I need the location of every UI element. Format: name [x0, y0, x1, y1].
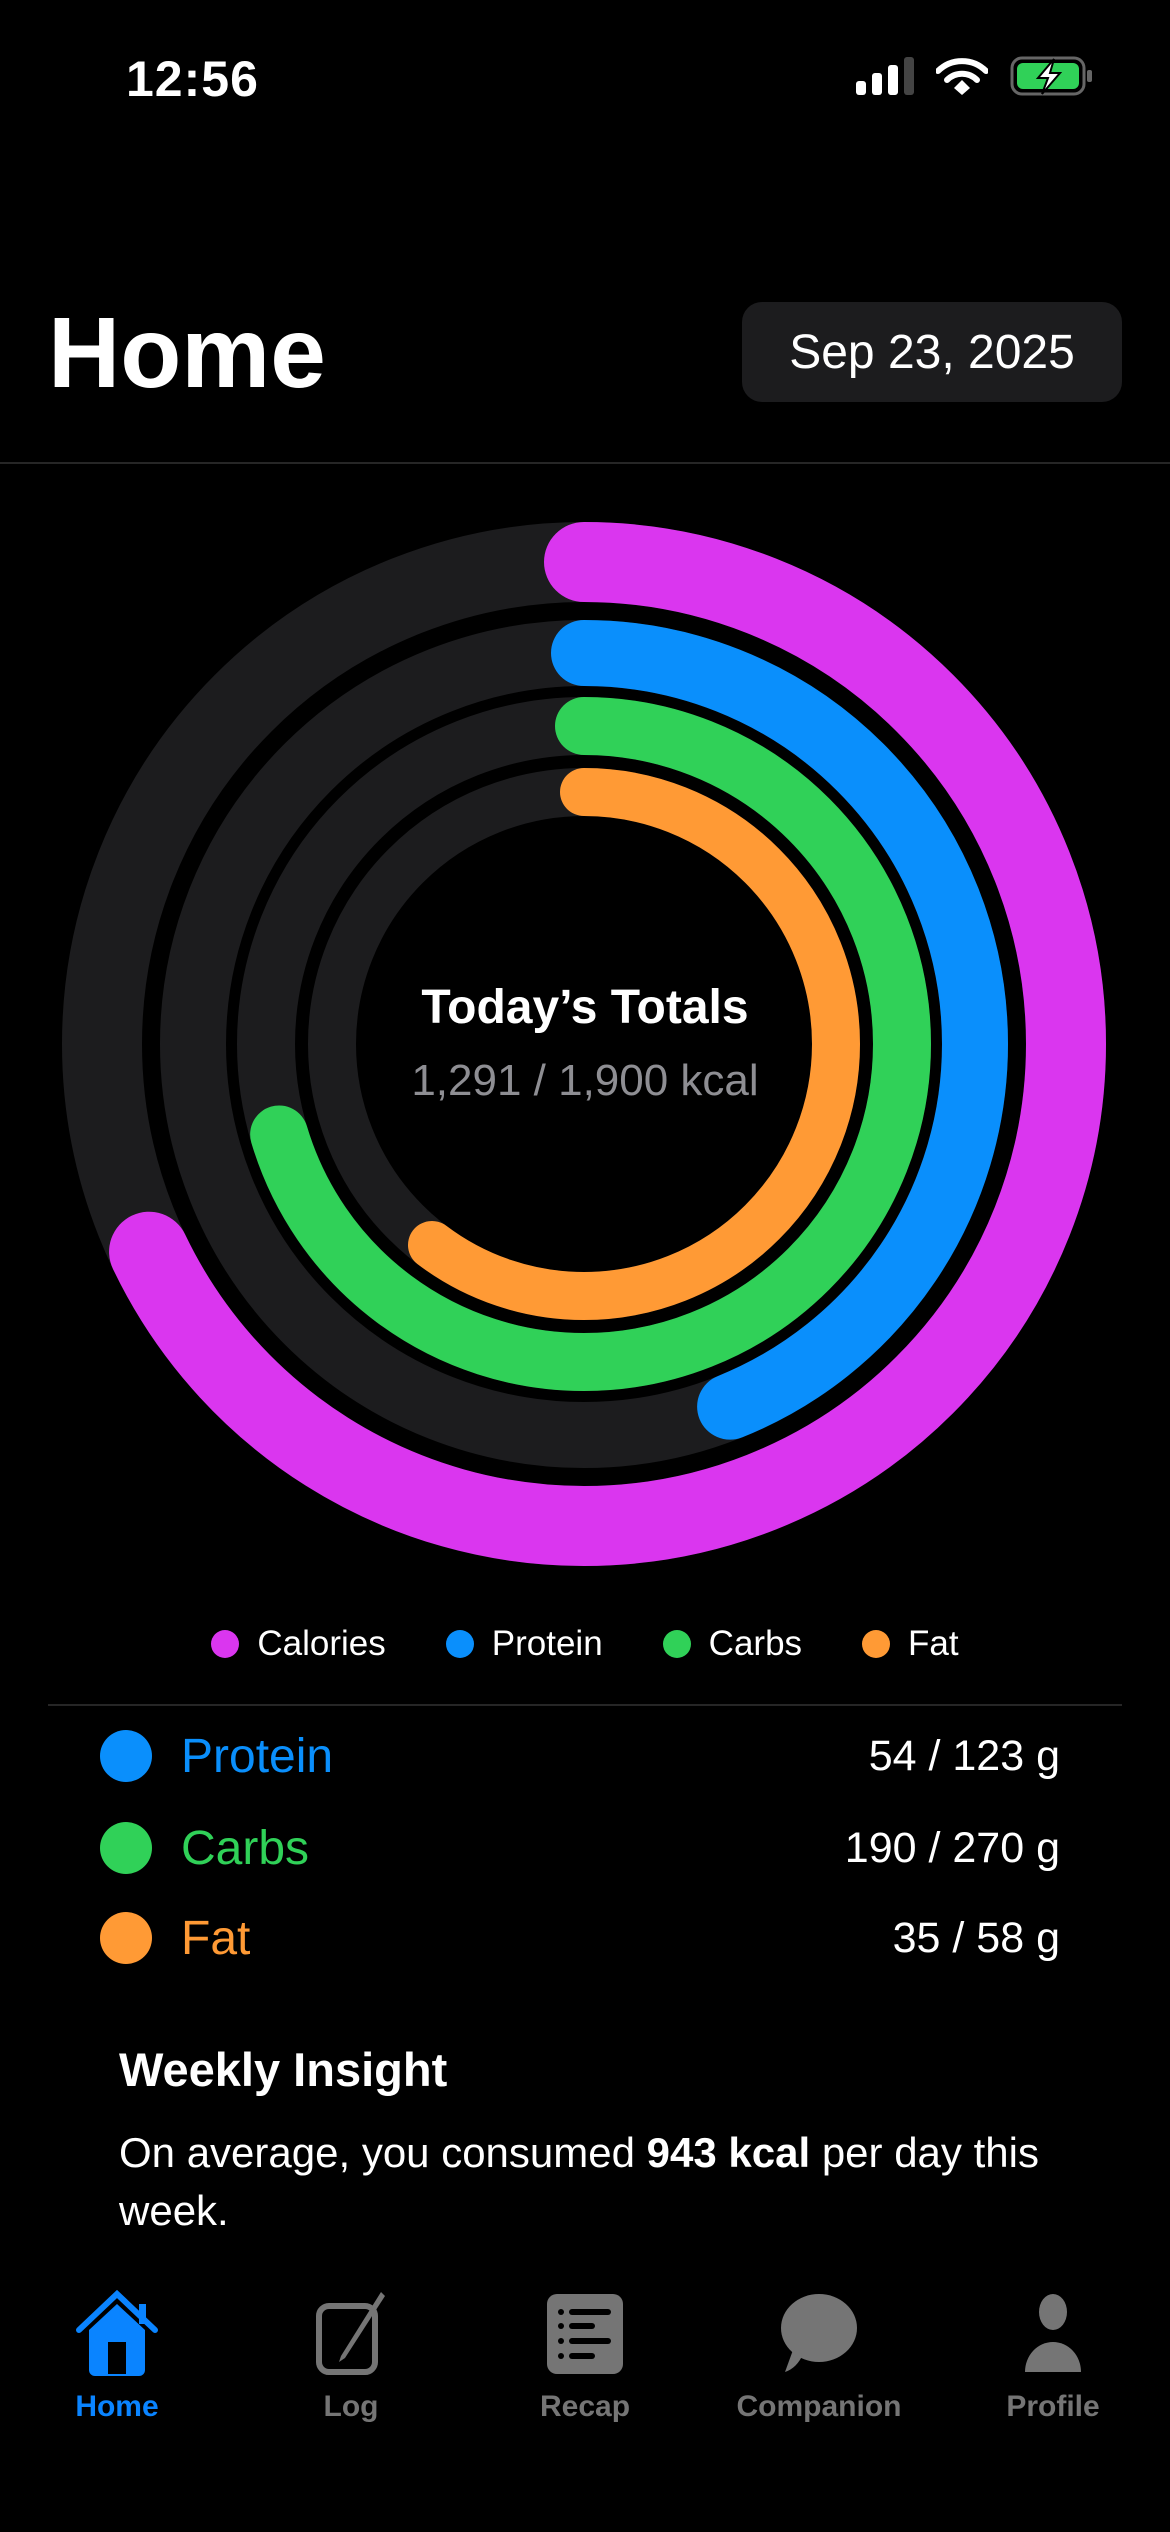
- legend-label: Calories: [257, 1624, 386, 1663]
- legend-label: Carbs: [708, 1624, 803, 1663]
- legend-carbs: Carbs: [662, 1624, 803, 1664]
- tab-bar: Home Log Recap Companion Profile: [0, 2290, 1170, 2424]
- person-icon: [1025, 2294, 1081, 2372]
- chat-bubble-icon: [781, 2294, 857, 2372]
- carbs-dot: [100, 1822, 152, 1874]
- legend-label: Fat: [908, 1624, 959, 1663]
- insight-highlight: 943 kcal: [646, 2129, 811, 2176]
- house-icon: [76, 2290, 158, 2376]
- macro-rings: [62, 522, 1106, 1566]
- macro-value: 35 / 58 g: [892, 1913, 1060, 1962]
- legend-label: Protein: [491, 1624, 603, 1663]
- insight-prefix: On average, you consumed: [119, 2129, 647, 2176]
- weekly-insight-title: Weekly Insight: [119, 2043, 448, 2096]
- legend-dot: [662, 1630, 691, 1658]
- macro-value: 54 / 123 g: [868, 1731, 1060, 1780]
- weekly-insight-text: On average, you consumed 943 kcal per da…: [119, 2124, 1079, 2240]
- macro-row-fat: Fat 35 / 58 g: [100, 1903, 1060, 1973]
- fat-dot: [100, 1912, 152, 1964]
- macro-value: 190 / 270 g: [844, 1823, 1060, 1872]
- square-pencil-icon: [316, 2292, 385, 2375]
- macro-label: Protein: [181, 1729, 334, 1783]
- tab-home[interactable]: Home: [0, 2290, 234, 2424]
- legend-dot: [211, 1630, 240, 1658]
- today-totals-kcal: 1,291 / 1,900 kcal: [411, 1056, 759, 1105]
- tab-label: Profile: [1006, 2390, 1100, 2423]
- tab-label: Recap: [539, 2390, 631, 2423]
- tab-label: Home: [75, 2390, 159, 2423]
- legend-calories: Calories: [211, 1624, 386, 1664]
- legend-divider: [48, 1704, 1122, 1706]
- macro-row-protein: Protein 54 / 123 g: [100, 1721, 1060, 1791]
- tab-companion[interactable]: Companion: [702, 2290, 936, 2424]
- today-totals-title: Today’s Totals: [421, 981, 749, 1034]
- tab-label: Companion: [736, 2390, 902, 2423]
- tab-profile[interactable]: Profile: [936, 2290, 1170, 2424]
- tab-label: Log: [323, 2390, 379, 2423]
- macro-label: Fat: [181, 1911, 251, 1965]
- legend-dot: [445, 1630, 474, 1658]
- legend-dot: [862, 1630, 891, 1658]
- ring-legend: Calories Protein Carbs Fat: [0, 1624, 1170, 1664]
- tab-recap[interactable]: Recap: [468, 2290, 702, 2424]
- macro-row-carbs: Carbs 190 / 270 g: [100, 1813, 1060, 1883]
- list-document-icon: [547, 2294, 623, 2374]
- legend-fat: Fat: [862, 1624, 959, 1664]
- macro-label: Carbs: [181, 1821, 310, 1875]
- tab-log[interactable]: Log: [234, 2290, 468, 2424]
- legend-protein: Protein: [445, 1624, 603, 1664]
- protein-dot: [100, 1730, 152, 1782]
